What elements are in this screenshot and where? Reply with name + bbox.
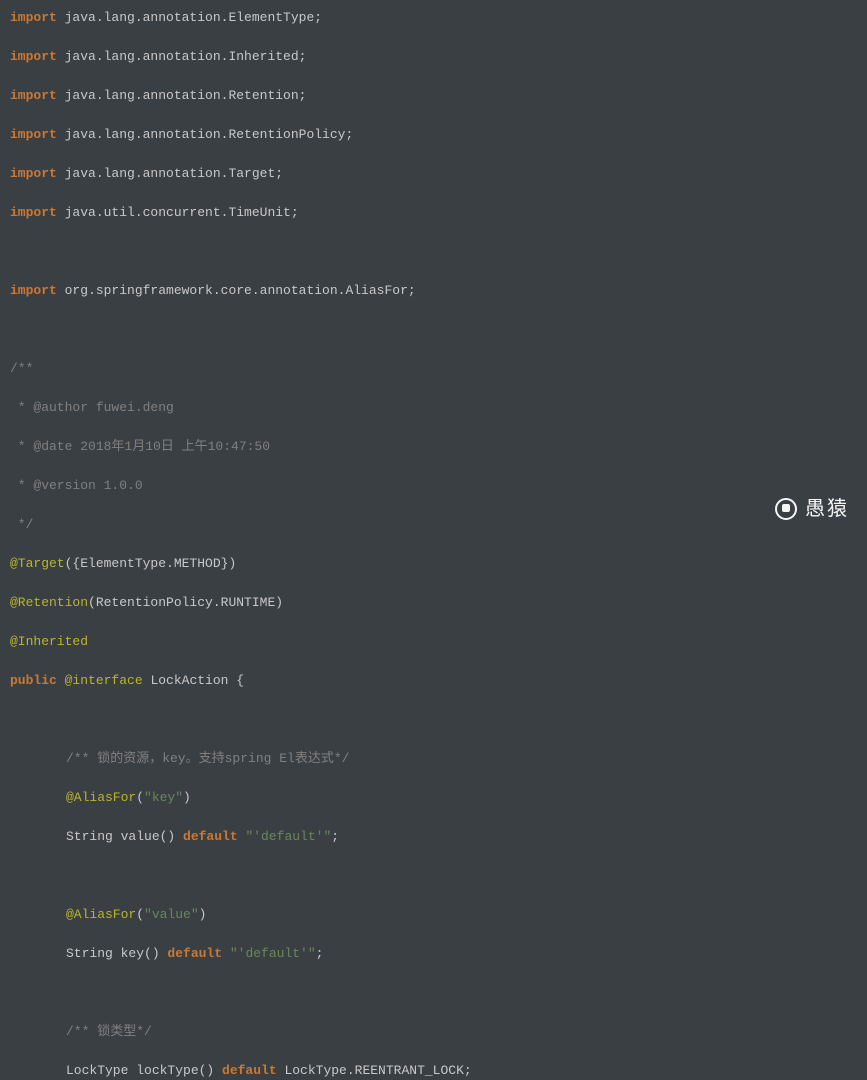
- code-editor[interactable]: import java.lang.annotation.ElementType;…: [0, 0, 867, 1080]
- token-plain: java.lang.annotation.Target;: [57, 166, 283, 181]
- token-plain: ): [275, 595, 283, 610]
- token-plain: (RetentionPolicy.: [88, 595, 221, 610]
- token-comment: /** 锁类型*/: [66, 1024, 152, 1039]
- code-line[interactable]: @Inherited: [10, 632, 857, 652]
- token-kw: public: [10, 673, 57, 688]
- token-plain: java.lang.annotation.Inherited;: [57, 49, 307, 64]
- token-plain: ;: [331, 829, 339, 844]
- token-str: "'default'": [245, 829, 331, 844]
- token-comment: /**: [10, 361, 33, 376]
- token-kw: import: [10, 127, 57, 142]
- code-line[interactable]: [10, 983, 857, 1003]
- token-kw: import: [10, 10, 57, 25]
- wechat-icon: [775, 498, 797, 520]
- code-line[interactable]: import java.lang.annotation.Inherited;: [10, 47, 857, 67]
- token-plain: java.util.concurrent.TimeUnit;: [57, 205, 299, 220]
- token-plain: ;: [316, 946, 324, 961]
- token-kw: import: [10, 88, 57, 103]
- code-line[interactable]: * @author fuwei.deng: [10, 398, 857, 418]
- token-comment: * @version 1.0.0: [10, 478, 143, 493]
- token-plain: [238, 829, 246, 844]
- token-plain: [10, 244, 18, 259]
- code-line[interactable]: /** 锁类型*/: [10, 1022, 857, 1042]
- token-plain: org.springframework.core.annotation.Alia…: [57, 283, 416, 298]
- code-line[interactable]: /**: [10, 359, 857, 379]
- token-plain: [10, 712, 18, 727]
- token-kw: import: [10, 49, 57, 64]
- token-plain: java.lang.annotation.Retention;: [57, 88, 307, 103]
- code-line[interactable]: @AliasFor("key"): [10, 788, 857, 808]
- token-str: "'default'": [230, 946, 316, 961]
- code-line[interactable]: * @version 1.0.0: [10, 476, 857, 496]
- code-line[interactable]: [10, 242, 857, 262]
- token-anno: @Inherited: [10, 634, 88, 649]
- token-str: "value": [144, 907, 199, 922]
- token-comment: */: [10, 517, 33, 532]
- token-plain: (: [136, 790, 144, 805]
- code-line[interactable]: [10, 320, 857, 340]
- code-line[interactable]: import java.lang.annotation.ElementType;: [10, 8, 857, 28]
- token-plain: [222, 946, 230, 961]
- code-line[interactable]: @Retention(RetentionPolicy.RUNTIME): [10, 593, 857, 613]
- code-line[interactable]: import java.lang.annotation.RetentionPol…: [10, 125, 857, 145]
- code-line[interactable]: public @interface LockAction {: [10, 671, 857, 691]
- token-comment: /** 锁的资源，key。支持spring El表达式*/: [66, 751, 349, 766]
- code-line[interactable]: import java.lang.annotation.Retention;: [10, 86, 857, 106]
- token-plain: (: [136, 907, 144, 922]
- watermark-text: 愚猿: [805, 494, 849, 524]
- token-plain: java.lang.annotation.ElementType;: [57, 10, 322, 25]
- token-anno: @Target: [10, 556, 65, 571]
- code-line[interactable]: String key() default "'default'";: [10, 944, 857, 964]
- token-kw: default: [222, 1063, 277, 1078]
- code-line[interactable]: * @date 2018年1月10日 上午10:47:50: [10, 437, 857, 457]
- code-line[interactable]: */: [10, 515, 857, 535]
- code-line[interactable]: @Target({ElementType.METHOD}): [10, 554, 857, 574]
- token-kw: import: [10, 283, 57, 298]
- watermark: 愚猿: [775, 494, 849, 524]
- token-kw: default: [183, 829, 238, 844]
- token-plain: LockType.REENTRANT_LOCK;: [277, 1063, 472, 1078]
- token-anno: @AliasFor: [66, 907, 136, 922]
- token-anno: @Retention: [10, 595, 88, 610]
- token-plain: ({ElementType.: [65, 556, 174, 571]
- token-plain: [10, 322, 18, 337]
- token-plain: java.lang.annotation.RetentionPolicy;: [57, 127, 353, 142]
- token-type: String key(): [66, 946, 167, 961]
- token-str: "key": [144, 790, 183, 805]
- token-anno: @AliasFor: [66, 790, 136, 805]
- token-kw: import: [10, 205, 57, 220]
- code-line[interactable]: [10, 866, 857, 886]
- code-line[interactable]: import java.lang.annotation.Target;: [10, 164, 857, 184]
- token-kw: default: [167, 946, 222, 961]
- token-kw: import: [10, 166, 57, 181]
- token-plain: [66, 868, 74, 883]
- token-comment: * @author fuwei.deng: [10, 400, 174, 415]
- code-line[interactable]: import java.util.concurrent.TimeUnit;: [10, 203, 857, 223]
- token-type: String value(): [66, 829, 183, 844]
- token-plain: METHOD: [174, 556, 221, 571]
- token-plain: [57, 673, 65, 688]
- code-line[interactable]: /** 锁的资源，key。支持spring El表达式*/: [10, 749, 857, 769]
- code-line[interactable]: String value() default "'default'";: [10, 827, 857, 847]
- token-plain: ): [199, 907, 207, 922]
- code-line[interactable]: import org.springframework.core.annotati…: [10, 281, 857, 301]
- code-line[interactable]: LockType lockType() default LockType.REE…: [10, 1061, 857, 1080]
- token-plain: ): [183, 790, 191, 805]
- code-line[interactable]: @AliasFor("value"): [10, 905, 857, 925]
- token-plain: RUNTIME: [221, 595, 276, 610]
- token-type: LockType lockType(): [66, 1063, 222, 1078]
- token-anno: @interface: [65, 673, 143, 688]
- token-comment: * @date 2018年1月10日 上午10:47:50: [10, 439, 270, 454]
- token-plain: [66, 985, 74, 1000]
- token-plain: }): [221, 556, 237, 571]
- code-line[interactable]: [10, 710, 857, 730]
- token-plain: LockAction {: [143, 673, 244, 688]
